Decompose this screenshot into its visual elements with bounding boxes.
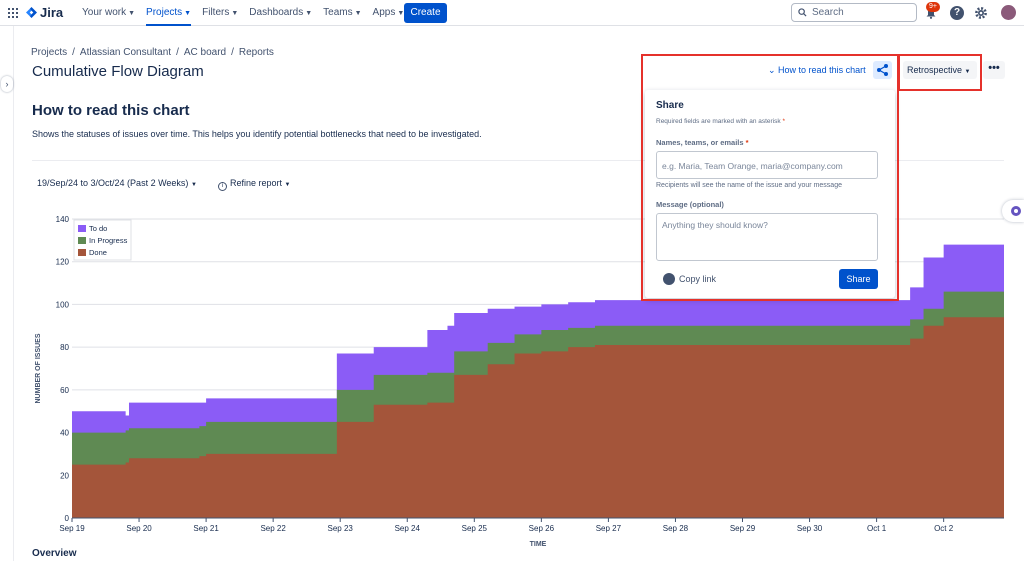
nav-filters[interactable]: Filters ▼ [202, 0, 238, 26]
x-tick-label: Sep 20 [126, 524, 152, 533]
y-tick-label: 120 [56, 258, 70, 267]
chevron-down-icon: ▼ [284, 182, 291, 188]
x-tick-label: Sep 25 [462, 524, 488, 533]
chevron-down-icon: ▼ [190, 182, 197, 188]
legend-swatch [78, 237, 86, 244]
x-tick-label: Oct 2 [934, 524, 954, 533]
breadcrumb: Projects / Atlassian Consultant / AC board / R… [31, 47, 274, 58]
chevron-down-icon: ▼ [231, 10, 239, 17]
x-tick-label: Sep 24 [395, 524, 421, 533]
user-avatar[interactable] [1001, 5, 1016, 20]
legend-entry: To do [89, 224, 107, 233]
x-axis-label: TIME [530, 541, 547, 548]
create-button[interactable]: Create [404, 3, 447, 23]
legend-entry: In Progress [89, 236, 128, 245]
x-tick-label: Sep 29 [730, 524, 756, 533]
nav-dashboards[interactable]: Dashboards ▼ [249, 0, 312, 26]
x-tick-label: Sep 28 [663, 524, 689, 533]
legend-swatch [78, 225, 86, 232]
y-tick-label: 140 [56, 215, 70, 224]
nav-your-work[interactable]: Your work ▼ [82, 0, 135, 26]
section-title: How to read this chart [32, 102, 190, 119]
nav-label: Dashboards [249, 7, 304, 18]
assistant-icon [1011, 206, 1021, 216]
more-actions-button[interactable]: ••• [983, 61, 1005, 79]
x-tick-label: Sep 21 [193, 524, 219, 533]
overview-heading: Overview [32, 548, 77, 559]
search-placeholder: Search [812, 7, 844, 18]
info-icon: i [218, 182, 227, 191]
notification-count-badge: 9+ [926, 2, 940, 12]
nav-label: Apps [372, 7, 396, 18]
x-tick-label: Sep 30 [797, 524, 823, 533]
breadcrumb-item-projects[interactable]: Projects [31, 47, 67, 58]
nav-label: Your work [82, 7, 127, 18]
expand-sidebar-chevron-icon[interactable]: › [1, 76, 13, 92]
breadcrumb-item-reports[interactable]: Reports [239, 47, 274, 58]
help-icon[interactable]: ? [950, 6, 964, 20]
refine-report-dropdown[interactable]: i Refine report ▼ [218, 178, 291, 191]
chevron-down-icon: ▼ [354, 10, 362, 17]
x-tick-label: Sep 19 [59, 524, 85, 533]
nav-label: Teams [323, 7, 353, 18]
y-axis-label: NUMBER OF ISSUES [35, 333, 42, 403]
y-tick-label: 100 [56, 300, 70, 309]
chevron-down-icon: ▼ [184, 10, 192, 17]
search-input[interactable]: Search [791, 3, 917, 22]
breadcrumb-item-consultant[interactable]: Atlassian Consultant [80, 47, 171, 58]
y-tick-label: 60 [60, 386, 69, 395]
date-range-label: 19/Sep/24 to 3/Oct/24 (Past 2 Weeks) [37, 178, 189, 188]
legend-entry: Done [89, 248, 107, 257]
highlight-box-share [641, 54, 899, 301]
jira-logo[interactable]: Jira [26, 5, 63, 20]
page-title: Cumulative Flow Diagram [32, 63, 204, 80]
legend-swatch [78, 249, 86, 256]
jira-logo-icon [26, 7, 37, 18]
x-tick-label: Sep 23 [328, 524, 354, 533]
y-tick-label: 40 [60, 429, 69, 438]
x-tick-label: Sep 22 [260, 524, 286, 533]
x-tick-label: Sep 27 [596, 524, 622, 533]
x-tick-label: Oct 1 [867, 524, 887, 533]
nav-label: Projects [146, 7, 183, 18]
section-description: Shows the statuses of issues over time. … [32, 129, 482, 139]
top-navigation: Jira Your work ▼ Projects ▼ Filters ▼ Dashb… [0, 0, 1024, 26]
y-tick-label: 0 [65, 514, 70, 523]
chevron-down-icon: ▼ [305, 10, 313, 17]
breadcrumb-item-board[interactable]: AC board [184, 47, 226, 58]
x-tick-label: Sep 26 [529, 524, 555, 533]
nav-label: Filters [202, 7, 230, 18]
y-tick-label: 20 [60, 471, 69, 480]
nav-items: Your work ▼ Projects ▼ Filters ▼ Dashboards… [82, 0, 415, 26]
date-range-dropdown[interactable]: 19/Sep/24 to 3/Oct/24 (Past 2 Weeks) ▼ [37, 178, 197, 188]
logo-text: Jira [40, 5, 64, 20]
settings-gear-icon[interactable] [974, 6, 988, 20]
app-switcher-icon[interactable] [8, 8, 18, 18]
nav-teams[interactable]: Teams ▼ [323, 0, 361, 26]
y-tick-label: 80 [60, 343, 69, 352]
refine-label: Refine report [230, 178, 283, 188]
assistant-widget-icon[interactable] [1002, 200, 1024, 222]
nav-apps[interactable]: Apps ▼ [373, 0, 405, 26]
nav-projects[interactable]: Projects ▼ [146, 0, 192, 26]
highlight-box-retrospective [898, 54, 982, 91]
search-icon [798, 8, 807, 17]
breadcrumb-separator: / [231, 47, 234, 58]
breadcrumb-separator: / [176, 47, 179, 58]
breadcrumb-separator: / [72, 47, 75, 58]
chevron-down-icon: ▼ [128, 10, 136, 17]
